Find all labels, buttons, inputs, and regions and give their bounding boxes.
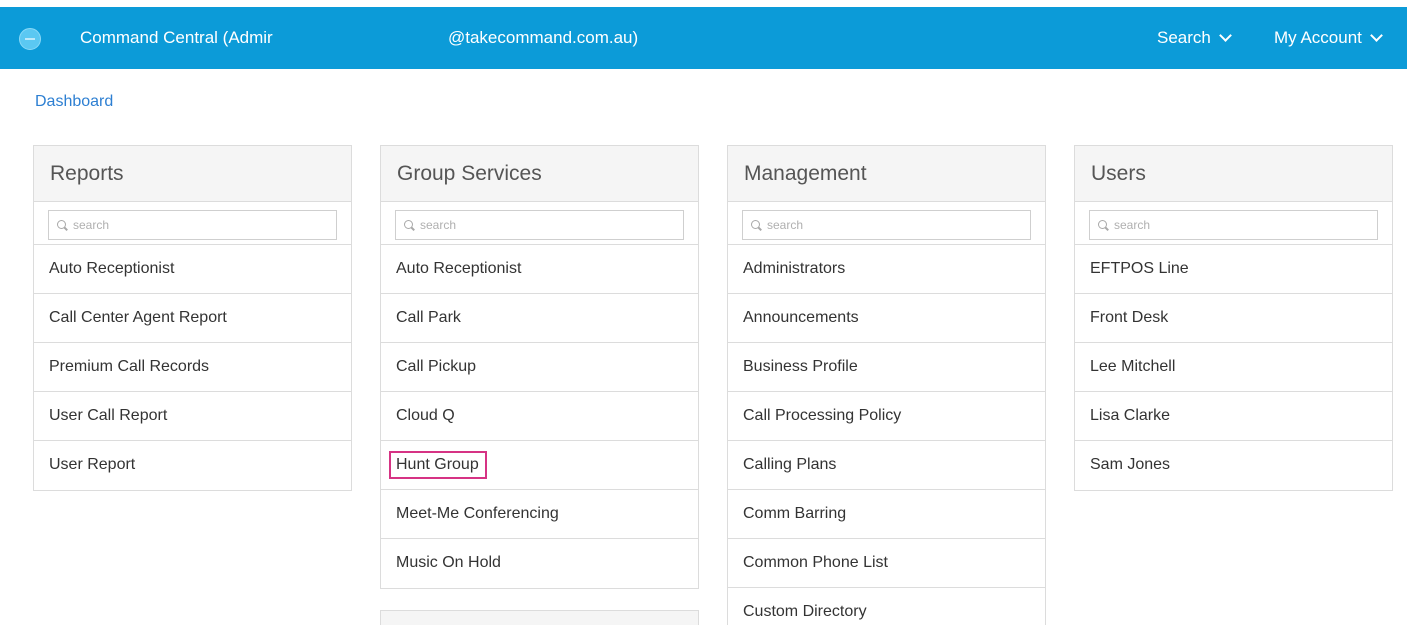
panel-title: Reports bbox=[34, 146, 351, 202]
management-panel: Management Administrators Announcements … bbox=[727, 145, 1046, 625]
list-item[interactable]: Comm Barring bbox=[728, 490, 1045, 539]
account-email: @takecommand.com.au) bbox=[448, 28, 639, 47]
my-account-menu-button[interactable]: My Account bbox=[1274, 28, 1383, 48]
search-icon bbox=[57, 220, 67, 230]
list-item[interactable]: Lisa Clarke bbox=[1075, 392, 1392, 441]
list-item[interactable]: Call Processing Policy bbox=[728, 392, 1045, 441]
my-account-menu-label: My Account bbox=[1274, 28, 1362, 47]
users-panel: Users EFTPOS Line Front Desk Lee Mitchel… bbox=[1074, 145, 1393, 491]
list-item[interactable]: EFTPOS Line bbox=[1075, 245, 1392, 294]
panel-search-row bbox=[1075, 202, 1392, 245]
list-item[interactable]: Premium Call Records bbox=[34, 343, 351, 392]
list-item[interactable]: Business Profile bbox=[728, 343, 1045, 392]
list-item[interactable]: Call Park bbox=[381, 294, 698, 343]
list-item-hunt-group[interactable]: Hunt Group bbox=[381, 441, 698, 490]
search-menu-label: Search bbox=[1157, 28, 1211, 47]
panel-title: Management bbox=[728, 146, 1045, 202]
panel-search-row bbox=[34, 202, 351, 245]
list-item[interactable]: Auto Receptionist bbox=[34, 245, 351, 294]
list-item[interactable]: User Report bbox=[34, 441, 351, 490]
panel-search-row bbox=[728, 202, 1045, 245]
panel-title: Group Services bbox=[381, 146, 698, 202]
list-item[interactable]: Music On Hold bbox=[381, 539, 698, 588]
reports-search-input[interactable] bbox=[67, 218, 336, 232]
search-field[interactable] bbox=[395, 210, 684, 240]
app-title: Command Central (Admir bbox=[80, 28, 273, 47]
search-menu-button[interactable]: Search bbox=[1157, 28, 1232, 48]
top-navbar: Command Central (Admir @takecommand.com.… bbox=[0, 7, 1407, 69]
search-field[interactable] bbox=[742, 210, 1031, 240]
list-item[interactable]: Lee Mitchell bbox=[1075, 343, 1392, 392]
chevron-down-icon bbox=[1370, 29, 1383, 42]
search-icon bbox=[751, 220, 761, 230]
brand-logo-icon[interactable] bbox=[19, 28, 41, 50]
list-item[interactable]: Announcements bbox=[728, 294, 1045, 343]
management-search-input[interactable] bbox=[761, 218, 1030, 232]
reports-panel: Reports Auto Receptionist Call Center Ag… bbox=[33, 145, 352, 491]
list-item[interactable]: Meet-Me Conferencing bbox=[381, 490, 698, 539]
group-services-panel: Group Services Auto Receptionist Call Pa… bbox=[380, 145, 699, 589]
list-item[interactable]: Sam Jones bbox=[1075, 441, 1392, 490]
list-item[interactable]: Cloud Q bbox=[381, 392, 698, 441]
search-icon bbox=[404, 220, 414, 230]
panel-search-row bbox=[381, 202, 698, 245]
list-item[interactable]: Call Pickup bbox=[381, 343, 698, 392]
list-item[interactable]: Custom Directory bbox=[728, 588, 1045, 625]
search-icon bbox=[1098, 220, 1108, 230]
panel-title: Users bbox=[1075, 146, 1392, 202]
breadcrumb-dashboard[interactable]: Dashboard bbox=[35, 93, 113, 111]
list-item[interactable]: User Call Report bbox=[34, 392, 351, 441]
list-item[interactable]: Call Center Agent Report bbox=[34, 294, 351, 343]
list-item[interactable]: Common Phone List bbox=[728, 539, 1045, 588]
search-field[interactable] bbox=[48, 210, 337, 240]
users-search-input[interactable] bbox=[1108, 218, 1377, 232]
highlighted-item-label: Hunt Group bbox=[389, 451, 487, 479]
chevron-down-icon bbox=[1219, 29, 1232, 42]
list-item[interactable]: Administrators bbox=[728, 245, 1045, 294]
group-services-search-input[interactable] bbox=[414, 218, 683, 232]
list-item[interactable]: Calling Plans bbox=[728, 441, 1045, 490]
next-panel-header bbox=[380, 610, 699, 625]
list-item[interactable]: Auto Receptionist bbox=[381, 245, 698, 294]
list-item[interactable]: Front Desk bbox=[1075, 294, 1392, 343]
search-field[interactable] bbox=[1089, 210, 1378, 240]
